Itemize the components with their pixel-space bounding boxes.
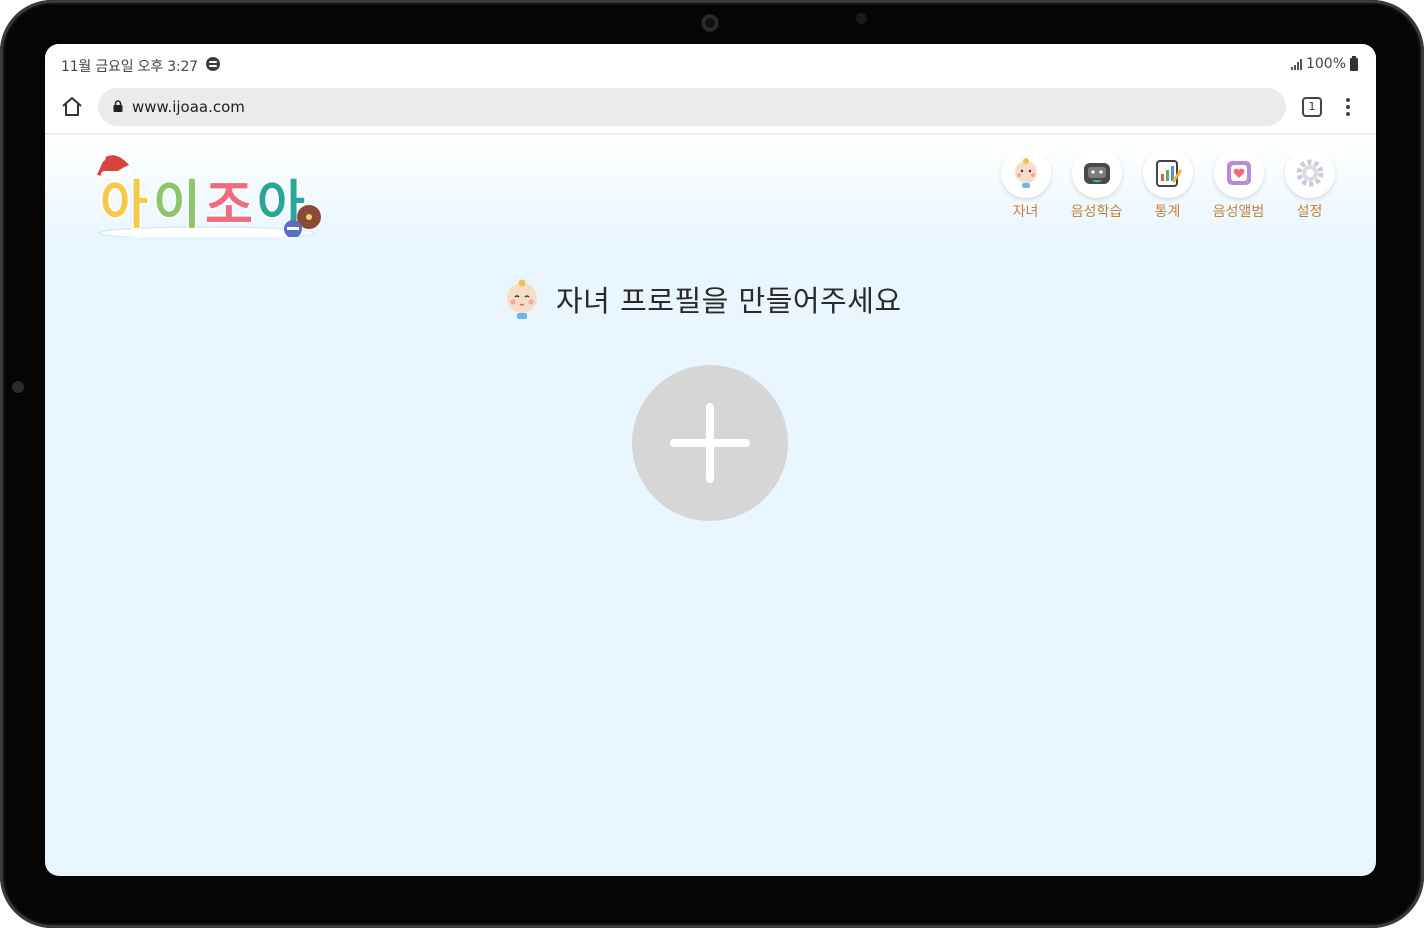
gear-icon <box>1296 159 1323 187</box>
spotify-icon <box>206 57 220 71</box>
screen: 11월 금요일 오후 3:27 100% www.ijoaa.com 1 아 이… <box>45 44 1376 876</box>
light-sensor <box>856 13 867 24</box>
nav-icon-wrap <box>1284 148 1335 198</box>
nav-icon-wrap <box>1142 148 1193 198</box>
home-icon <box>62 97 82 116</box>
nav-icon-wrap <box>1071 148 1122 198</box>
nav-item-statistics[interactable]: 통계 <box>1132 148 1203 221</box>
add-child-button[interactable] <box>632 365 788 521</box>
app-header: 아 이 조 아 자녀 음성학습 통계 음성앨범 설정 <box>45 135 1376 237</box>
nav-item-children[interactable]: 자녀 <box>990 148 1061 221</box>
tab-switcher-button[interactable]: 1 <box>1302 97 1322 117</box>
album-icon <box>1226 161 1251 185</box>
svg-text:아: 아 <box>100 176 148 236</box>
robot-icon <box>1083 163 1110 184</box>
svg-text:이: 이 <box>153 176 201 236</box>
nav-label: 설정 <box>1296 204 1323 220</box>
logo[interactable]: 아 이 조 아 <box>95 145 335 237</box>
svg-text:조: 조 <box>205 176 253 236</box>
signal-icon <box>1290 58 1302 70</box>
status-right: 100% <box>1290 55 1358 72</box>
nav-label: 통계 <box>1154 204 1181 220</box>
side-sensor <box>12 381 24 393</box>
stats-board-icon <box>1155 160 1182 187</box>
status-time: 11월 금요일 오후 3:27 <box>61 59 198 75</box>
nav-label: 음성앨범 <box>1212 204 1265 220</box>
lock-icon <box>113 100 123 112</box>
nav-icon-wrap <box>1000 148 1051 198</box>
nav-item-voice-learning[interactable]: 음성학습 <box>1061 148 1132 221</box>
create-profile-prompt: 자녀 프로필을 만들어주세요 <box>500 277 902 321</box>
nav-icon-wrap <box>1213 148 1264 198</box>
front-camera <box>702 15 718 31</box>
baby-face-icon <box>1014 158 1037 188</box>
browser-toolbar: www.ijoaa.com 1 <box>45 84 1376 134</box>
top-nav: 자녀 음성학습 통계 음성앨범 설정 <box>990 148 1345 221</box>
address-bar[interactable]: www.ijoaa.com <box>98 88 1286 126</box>
status-bar: 11월 금요일 오후 3:27 100% <box>45 44 1376 84</box>
plus-icon <box>670 403 750 483</box>
url-text[interactable]: www.ijoaa.com <box>132 98 245 116</box>
nav-label: 음성학습 <box>1070 204 1123 220</box>
home-button[interactable] <box>59 94 85 120</box>
tablet-frame: 11월 금요일 오후 3:27 100% www.ijoaa.com 1 아 이… <box>0 0 1424 928</box>
nav-item-settings[interactable]: 설정 <box>1274 148 1345 221</box>
nav-label: 자녀 <box>1012 204 1039 220</box>
battery-icon <box>1350 55 1358 71</box>
prompt-text: 자녀 프로필을 만들어주세요 <box>556 284 902 318</box>
more-menu-button[interactable] <box>1342 96 1354 118</box>
nav-item-voice-album[interactable]: 음성앨범 <box>1203 148 1274 221</box>
battery-percent: 100% <box>1305 56 1346 72</box>
baby-face-icon <box>507 279 537 319</box>
